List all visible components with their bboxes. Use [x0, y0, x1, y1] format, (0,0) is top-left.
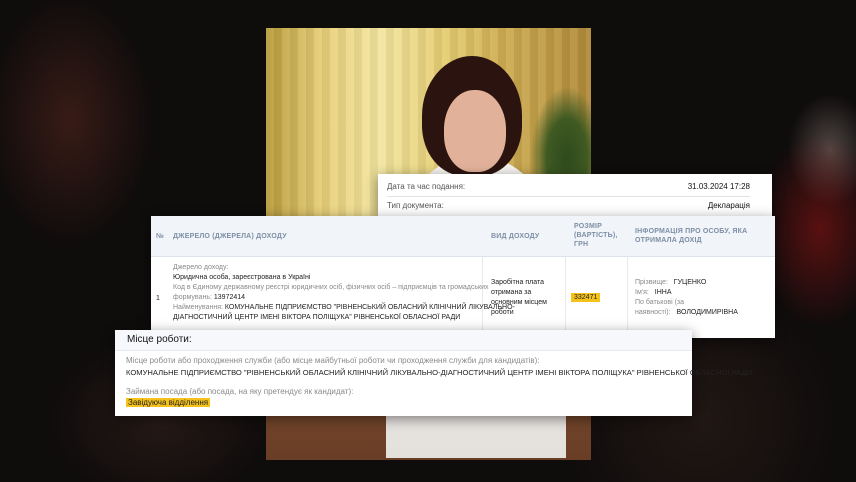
income-table: № ДЖЕРЕЛО (ДЖЕРЕЛА) ДОХОДУ ВИД ДОХОДУ РО…: [151, 216, 775, 338]
patronymic-label-2: наявності):: [635, 309, 671, 316]
column-divider: [627, 256, 628, 338]
patronymic-label-1: По батькові (за: [635, 299, 684, 306]
workplace-card: Місце роботи: Місце роботи або проходжен…: [115, 330, 752, 416]
income-kind-line2: отримана за: [491, 289, 532, 296]
income-kind-line1: Заробітна плата: [491, 279, 545, 286]
name-label: Найменування:: [173, 304, 223, 311]
doctype-row: Тип документа: Декларація: [387, 196, 750, 213]
surname-label: Прізвище:: [635, 279, 668, 286]
workplace-header: Місце роботи:: [115, 330, 692, 351]
header-size-line1: РОЗМІР: [574, 223, 603, 230]
workplace-place-label: Місце роботи або проходження служби (або…: [126, 356, 540, 365]
column-divider: [482, 256, 483, 338]
income-amount: 332471: [571, 293, 601, 302]
doctype-label: Тип документа:: [387, 200, 444, 210]
workplace-title: Місце роботи:: [127, 334, 192, 345]
position-highlight: Завідуюча відділення: [126, 398, 211, 407]
header-source: ДЖЕРЕЛО (ДЖЕРЕЛА) ДОХОДУ: [173, 233, 287, 240]
date-value: 31.03.2024 17:28: [687, 181, 750, 191]
code-value: 13972414: [213, 294, 246, 301]
workplace-position-label: Займана посада (або посада, на яку прете…: [126, 387, 354, 396]
patronymic-line: наявності): ВОЛОДИМИРІВНА: [635, 308, 738, 318]
declaration-info-card: Дата та час подання: 31.03.2024 17:28 Ти…: [378, 174, 772, 216]
date-row: Дата та час подання: 31.03.2024 17:28: [387, 178, 750, 194]
name-value-2: ДІАГНОСТИЧНИЙ ЦЕНТР ІМЕНІ ВІКТОРА ПОЛІЩУ…: [173, 314, 461, 321]
code-label-end: формувань:: [173, 294, 212, 301]
name-value-1: КОМУНАЛЬНЕ ПІДПРИЄМСТВО "РІВНЕНСЬКИЙ ОБЛ…: [224, 304, 515, 311]
column-divider: [565, 256, 566, 338]
header-size-line3: ГРН: [574, 241, 589, 248]
header-size-line2: (ВАРТІСТЬ),: [574, 232, 618, 239]
code-label: Код в Єдиному державному реєстрі юридичн…: [173, 284, 489, 291]
header-size: РОЗМІР (ВАРТІСТЬ), ГРН: [574, 222, 618, 249]
surname-value: ГУЦЕНКО: [673, 279, 707, 286]
row-num: 1: [156, 295, 160, 302]
header-kind: ВИД ДОХОДУ: [491, 233, 540, 240]
source-type: Юридична особа, зареєстрована в Україні: [173, 274, 311, 281]
firstname-value: ІННА: [654, 289, 672, 296]
source-label: Джерело доходу:: [173, 264, 229, 271]
table-header: № ДЖЕРЕЛО (ДЖЕРЕЛА) ДОХОДУ ВИД ДОХОДУ РО…: [151, 216, 775, 257]
header-person-line1: ІНФОРМАЦІЯ ПРО ОСОБУ, ЯКА: [635, 228, 748, 235]
name-line: Найменування: КОМУНАЛЬНЕ ПІДПРИЄМСТВО "Р…: [173, 303, 515, 313]
firstname-line: Ім'я: ІННА: [635, 288, 672, 298]
workplace-place-value: КОМУНАЛЬНЕ ПІДПРИЄМСТВО "РІВНЕНСЬКИЙ ОБЛ…: [126, 368, 753, 377]
code-line: формувань: 13972414: [173, 293, 245, 303]
date-label: Дата та час подання:: [387, 181, 466, 191]
surname-line: Прізвище: ГУЦЕНКО: [635, 278, 706, 288]
firstname-label: Ім'я:: [635, 289, 649, 296]
workplace-position-value: Завідуюча відділення: [126, 398, 211, 407]
income-kind-line3: основним місцем: [491, 299, 547, 306]
header-person: ІНФОРМАЦІЯ ПРО ОСОБУ, ЯКА ОТРИМАЛА ДОХІД: [635, 227, 747, 245]
face: [444, 90, 506, 172]
header-person-line2: ОТРИМАЛА ДОХІД: [635, 237, 702, 244]
doctype-value: Декларація: [707, 200, 750, 210]
income-kind: Заробітна плата отримана за основним міс…: [491, 278, 547, 318]
header-num: №: [156, 233, 165, 240]
patronymic-value: ВОЛОДИМИРІВНА: [676, 309, 738, 316]
income-kind-line4: роботи: [491, 309, 514, 316]
